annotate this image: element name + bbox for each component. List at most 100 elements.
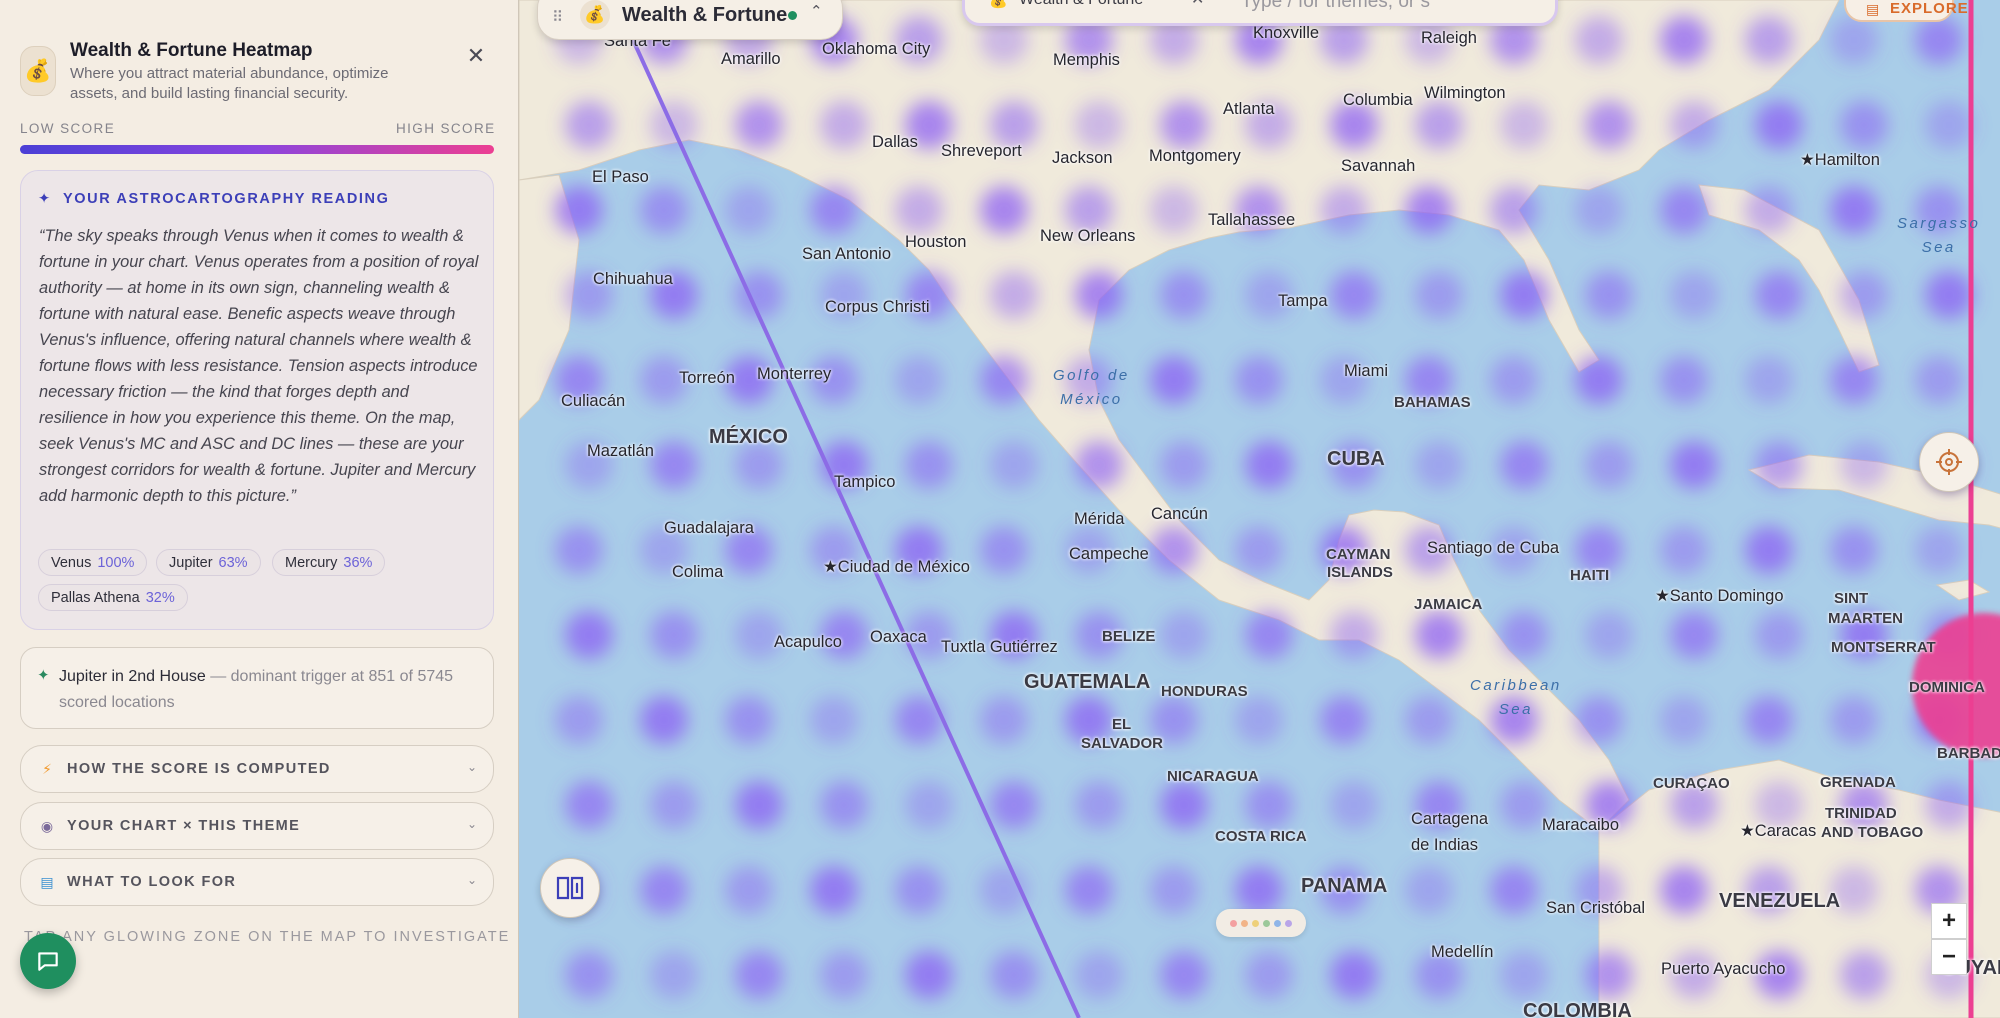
planet-chip-venus[interactable]: Venus 100% — [38, 549, 148, 576]
heat-spot[interactable] — [640, 866, 688, 914]
drag-handle-icon[interactable]: ⠿ — [552, 8, 563, 26]
heat-spot[interactable] — [1150, 526, 1198, 574]
heat-spot[interactable] — [1830, 186, 1878, 234]
legend-book-button[interactable] — [540, 858, 600, 918]
heat-spot[interactable] — [735, 101, 783, 149]
heat-spot[interactable] — [1755, 441, 1803, 489]
heat-spot[interactable] — [1490, 356, 1538, 404]
heat-spot[interactable] — [1500, 441, 1548, 489]
heat-spot[interactable] — [905, 781, 953, 829]
zoom-in-button[interactable]: + — [1931, 903, 1967, 939]
zoom-out-button[interactable]: − — [1931, 939, 1967, 975]
heat-spot[interactable] — [640, 186, 688, 234]
heat-spot[interactable] — [565, 951, 613, 999]
heat-spot[interactable] — [1405, 186, 1453, 234]
heat-spot[interactable] — [990, 781, 1038, 829]
heat-spot[interactable] — [1755, 271, 1803, 319]
heat-spot[interactable] — [1755, 101, 1803, 149]
heat-spot[interactable] — [1575, 16, 1623, 64]
heat-spot[interactable] — [1500, 101, 1548, 149]
explore-button[interactable]: ▤ EXPLORE — [1844, 0, 1968, 22]
search-bar[interactable]: 💰 Wealth & Fortune ✕ Type / for themes, … — [962, 0, 1558, 26]
accordion-your-chart-theme[interactable]: ◉ YOUR CHART × THIS THEME ⌄ — [20, 802, 494, 850]
heat-spot[interactable] — [1075, 951, 1123, 999]
heat-spot[interactable] — [1660, 526, 1708, 574]
heat-spot[interactable] — [1235, 866, 1283, 914]
heat-spot[interactable] — [1150, 186, 1198, 234]
heat-spot[interactable] — [1670, 611, 1718, 659]
heat-spot[interactable] — [1575, 356, 1623, 404]
heat-spot[interactable] — [1245, 611, 1293, 659]
heat-spot[interactable] — [810, 866, 858, 914]
heat-spot[interactable] — [1840, 441, 1888, 489]
heat-spot[interactable] — [1745, 356, 1793, 404]
heat-spot[interactable] — [555, 186, 603, 234]
heat-spot[interactable] — [1160, 271, 1208, 319]
heat-spot[interactable] — [1585, 271, 1633, 319]
heat-spot[interactable] — [1160, 781, 1208, 829]
heat-spot[interactable] — [980, 186, 1028, 234]
heat-spot[interactable] — [1075, 441, 1123, 489]
heat-spot[interactable] — [820, 781, 868, 829]
heat-spot[interactable] — [1745, 16, 1793, 64]
heat-spot[interactable] — [1830, 526, 1878, 574]
heat-spot[interactable] — [1660, 356, 1708, 404]
heat-spot[interactable] — [1500, 611, 1548, 659]
heat-spot[interactable] — [565, 611, 613, 659]
heat-spot[interactable] — [980, 526, 1028, 574]
heat-spot[interactable] — [1830, 696, 1878, 744]
locate-button[interactable] — [1919, 432, 1979, 492]
accordion-what-to-look-for[interactable]: ▤ WHAT TO LOOK FOR ⌄ — [20, 858, 494, 906]
heat-spot[interactable] — [1490, 186, 1538, 234]
search-input[interactable]: Type / for themes, or s — [1241, 0, 1430, 13]
heat-spot[interactable] — [555, 696, 603, 744]
heat-spot[interactable] — [1235, 356, 1283, 404]
heat-spot[interactable] — [1150, 866, 1198, 914]
heat-spot[interactable] — [895, 866, 943, 914]
chevron-up-icon[interactable]: ⌃ — [810, 2, 823, 20]
heat-spot[interactable] — [1840, 951, 1888, 999]
layer-pager-dots[interactable] — [1216, 909, 1306, 937]
heat-spot[interactable] — [1330, 781, 1378, 829]
heat-spot[interactable] — [1160, 441, 1208, 489]
heat-spot[interactable] — [1745, 696, 1793, 744]
heat-spot[interactable] — [1925, 271, 1973, 319]
heat-spot[interactable] — [1320, 186, 1368, 234]
heat-spot[interactable] — [1915, 16, 1963, 64]
clear-icon[interactable]: ✕ — [1191, 0, 1204, 9]
heat-spot[interactable] — [1660, 696, 1708, 744]
heat-spot[interactable] — [1500, 951, 1548, 999]
theme-pill[interactable]: ⠿ 💰 Wealth & Fortune ⌃ — [537, 0, 843, 40]
planet-chip-jupiter[interactable]: Jupiter 63% — [156, 549, 261, 576]
heat-spot[interactable] — [735, 781, 783, 829]
heat-spot[interactable] — [1500, 781, 1548, 829]
heat-spot[interactable] — [565, 781, 613, 829]
heat-spot[interactable] — [1660, 16, 1708, 64]
heat-spot[interactable] — [1840, 101, 1888, 149]
heat-spot[interactable] — [1585, 611, 1633, 659]
heat-spot[interactable] — [1330, 951, 1378, 999]
heat-spot[interactable] — [1160, 951, 1208, 999]
heat-spot[interactable] — [1405, 696, 1453, 744]
heat-spot[interactable] — [1415, 441, 1463, 489]
heat-spot[interactable] — [1745, 526, 1793, 574]
heat-spot[interactable] — [1585, 441, 1633, 489]
heat-spot[interactable] — [1745, 186, 1793, 234]
heat-spot[interactable] — [1245, 781, 1293, 829]
heat-spot[interactable] — [1915, 526, 1963, 574]
heat-spot[interactable] — [820, 951, 868, 999]
heat-spot[interactable] — [640, 696, 688, 744]
heat-spot[interactable] — [650, 101, 698, 149]
accordion-how-score-computed[interactable]: ⚡ HOW THE SCORE IS COMPUTED ⌄ — [20, 745, 494, 793]
heat-spot[interactable] — [565, 101, 613, 149]
heat-spot[interactable] — [1575, 696, 1623, 744]
heat-spot[interactable] — [1575, 186, 1623, 234]
heat-spot[interactable] — [1490, 866, 1538, 914]
heat-spot[interactable] — [990, 441, 1038, 489]
heat-spot[interactable] — [650, 781, 698, 829]
heat-spot[interactable] — [1925, 781, 1973, 829]
heat-spot[interactable] — [1925, 101, 1973, 149]
heat-spot[interactable] — [980, 356, 1028, 404]
heat-spot[interactable] — [1830, 16, 1878, 64]
heat-spot[interactable] — [905, 441, 953, 489]
